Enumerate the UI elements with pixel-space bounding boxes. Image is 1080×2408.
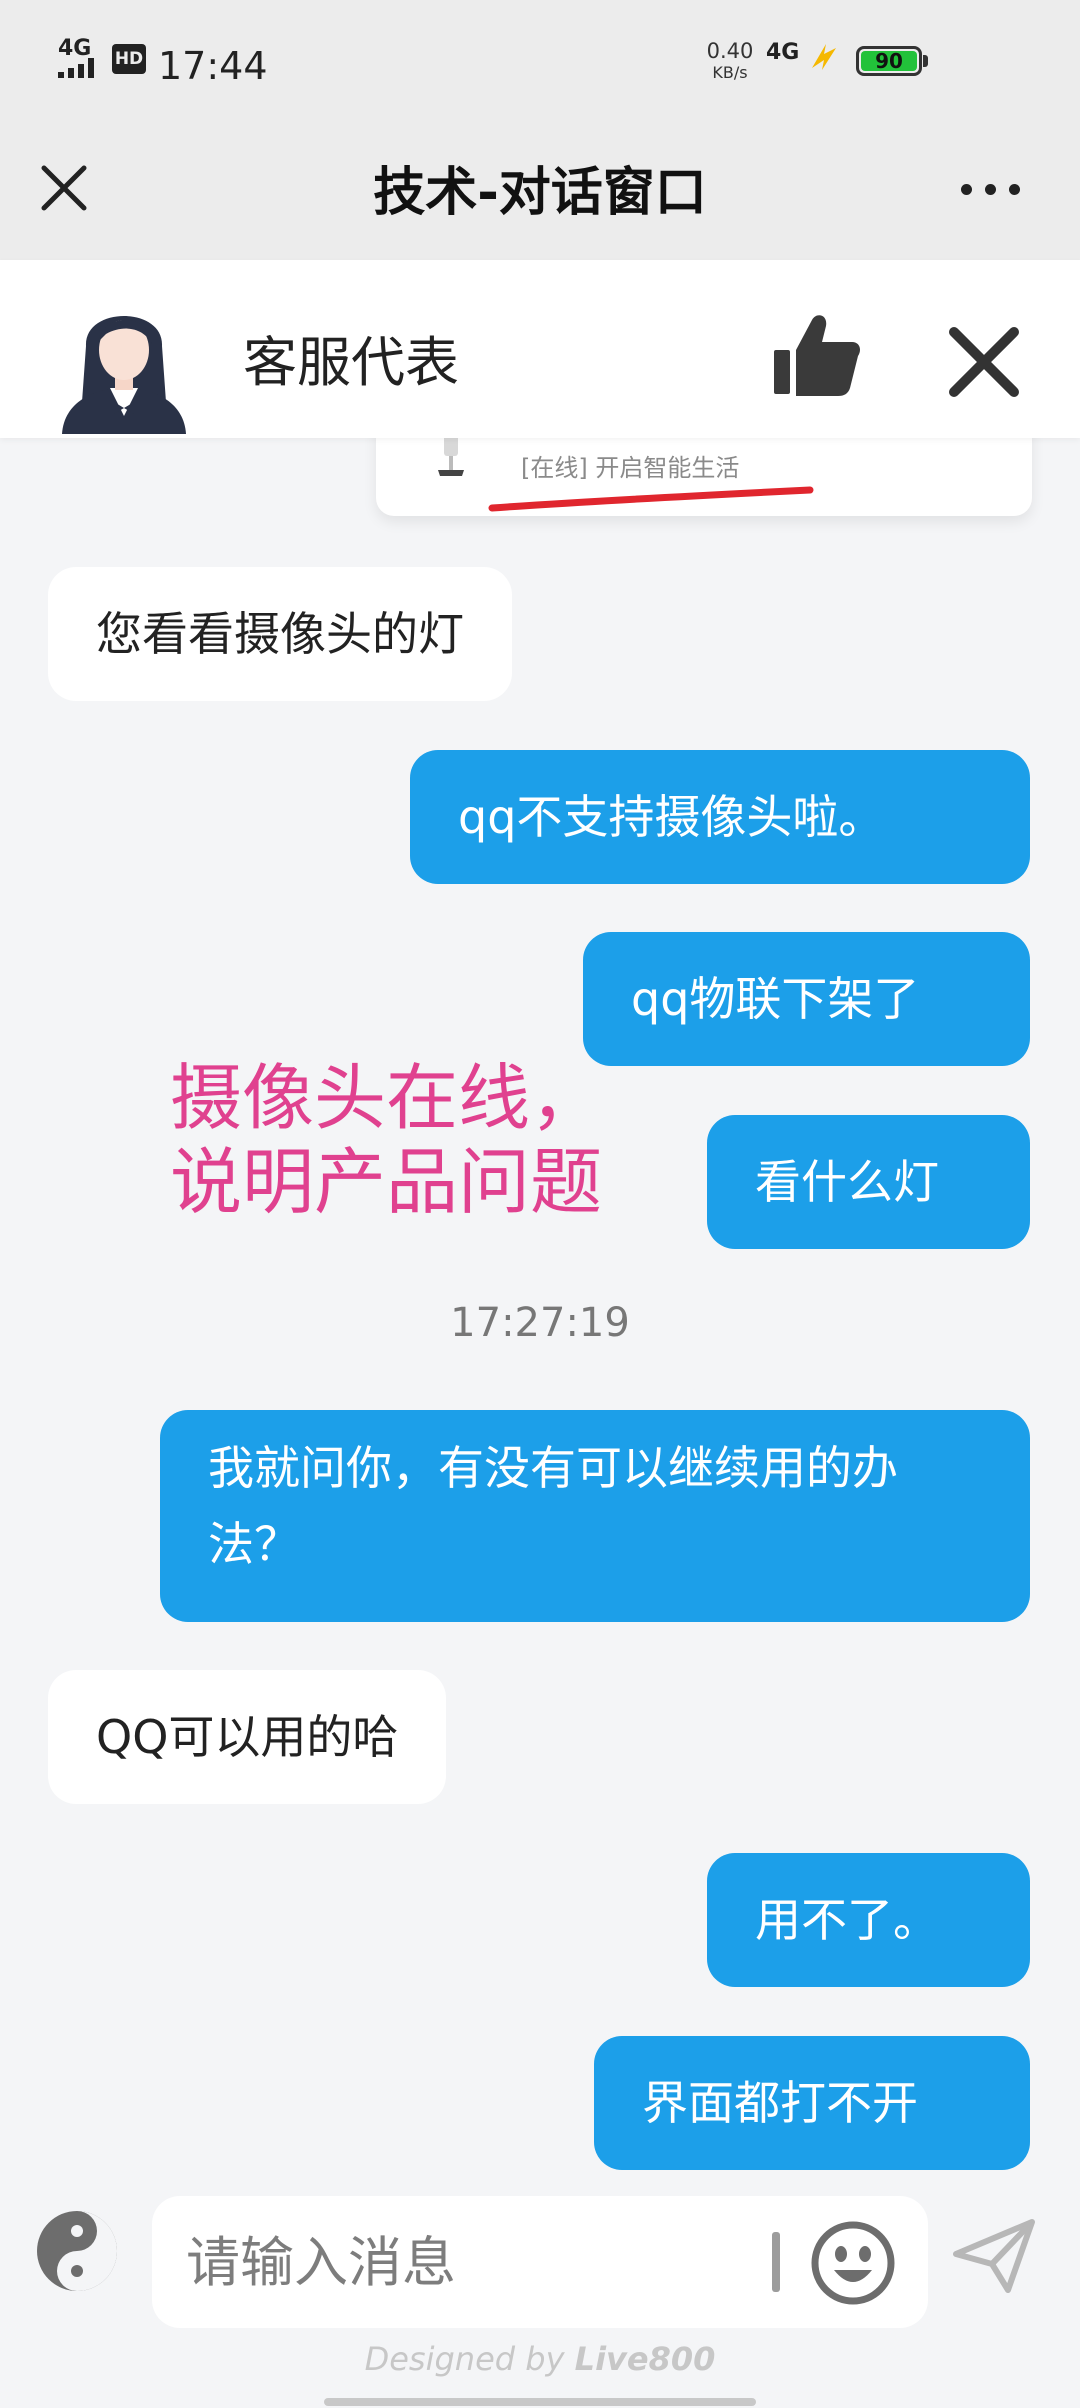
annotation-line-2: 说明产品问题 <box>170 1140 603 1224</box>
agent-avatar <box>62 316 186 434</box>
battery-tip <box>923 55 928 67</box>
status-bar: 4G HD 17:44 0.40 KB/s 4G 90 <box>0 0 1080 130</box>
input-separator <box>772 2232 780 2292</box>
more-dots-icon[interactable] <box>955 180 1025 200</box>
yin-yang-voice-icon[interactable] <box>34 2208 120 2294</box>
message-outgoing: qq不支持摄像头啦。 <box>410 750 1030 884</box>
send-icon[interactable] <box>952 2218 1036 2294</box>
message-incoming: QQ可以用的哈 <box>48 1670 447 1804</box>
message-input-box[interactable] <box>152 2196 928 2328</box>
page-title: 技术-对话窗口 <box>373 163 707 223</box>
powered-by-footer: Designed by Live800 <box>0 2340 1080 2378</box>
message-outgoing: 看什么灯 <box>707 1115 1030 1249</box>
agent-header: 客服代表 <box>0 260 1080 438</box>
agent-name: 客服代表 <box>243 331 459 394</box>
battery-level: 90 <box>861 51 917 71</box>
battery-icon: 90 <box>856 46 922 76</box>
message-incoming: 您看看摄像头的灯 <box>48 567 512 701</box>
handwritten-annotation: 摄像头在线， 说明产品问题 <box>170 1056 602 1224</box>
camera-device-icon <box>438 434 464 476</box>
message-outgoing: qq物联下架了 <box>583 932 1030 1066</box>
close-icon[interactable] <box>944 322 1024 402</box>
message-outgoing: 我就问你，有没有可以继续用的办法？ <box>160 1410 1030 1622</box>
network-type-right: 4G <box>766 40 800 65</box>
message-timestamp: 17:27:19 <box>450 1300 630 1346</box>
speed-unit: KB/s <box>712 63 748 82</box>
title-bar: 技术-对话窗口 <box>0 130 1080 260</box>
emoji-icon[interactable] <box>808 2218 898 2308</box>
hd-badge: HD <box>112 44 146 74</box>
charging-bolt-icon <box>812 44 836 70</box>
network-speed: 0.40 KB/s <box>702 40 758 84</box>
card-status-text: [在线] 开启智能生活 <box>521 454 740 482</box>
annotation-line-1: 摄像头在线， <box>170 1056 603 1140</box>
red-underline-mark <box>488 486 814 512</box>
message-outgoing: 界面都打不开 <box>594 2036 1030 2170</box>
thumbs-up-icon[interactable] <box>772 310 862 400</box>
status-time: 17:44 <box>158 44 268 88</box>
home-indicator[interactable] <box>324 2398 756 2406</box>
message-input[interactable] <box>186 2220 786 2304</box>
footer-prefix: Designed by <box>364 2340 565 2378</box>
footer-brand: Live800 <box>574 2340 716 2378</box>
speed-value: 0.40 <box>706 39 754 63</box>
signal-icon <box>58 58 102 78</box>
message-outgoing: 用不了。 <box>707 1853 1030 1987</box>
